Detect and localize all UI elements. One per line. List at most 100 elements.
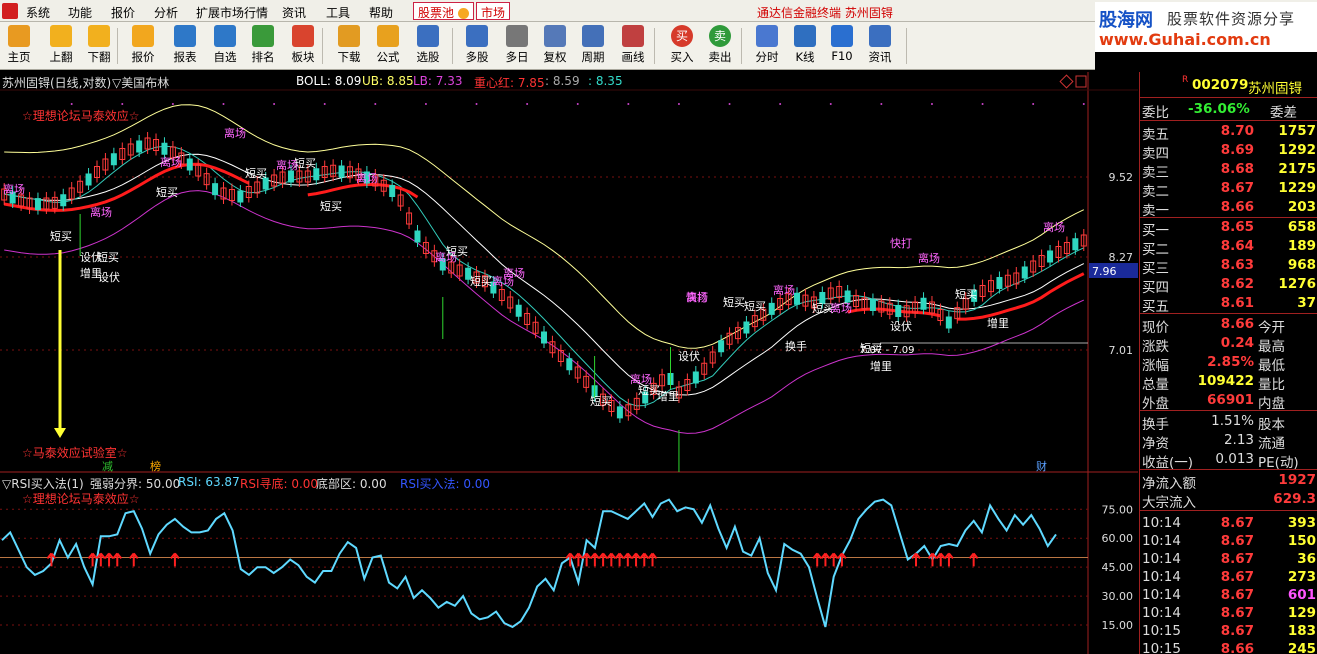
signal-dot: [779, 103, 782, 105]
rsi-buy-arrow-icon: [968, 552, 979, 567]
menu-function[interactable]: 功能: [68, 4, 92, 21]
stat-value: 66901: [1207, 392, 1254, 408]
bid-price: 8.61: [1220, 295, 1254, 311]
toolbar-news-button[interactable]: 资讯: [861, 24, 899, 68]
candle-body: [616, 406, 623, 419]
rsi-buy-arrow-icon: [46, 552, 57, 567]
toolbar-multi-day-button[interactable]: 多日: [498, 24, 536, 68]
blocks-icon: [292, 25, 314, 47]
draw-line-icon: [622, 25, 644, 47]
candle-body: [313, 168, 320, 181]
bid-price: 8.62: [1220, 276, 1254, 292]
toolbar-button-label: 分时: [755, 50, 779, 64]
report-icon: [174, 25, 196, 47]
stat-label: 外盘: [1142, 396, 1169, 412]
kline-annotation: 离场: [90, 205, 112, 219]
toolbar-home-button[interactable]: 主页: [0, 24, 38, 68]
kline-annotation: 短买: [97, 250, 119, 264]
toolbar-yen-button[interactable]: 报价: [124, 24, 162, 68]
ask-label: 卖二: [1142, 184, 1169, 200]
ask-label: 卖一: [1142, 203, 1169, 219]
toolbar-report-button[interactable]: 报表: [166, 24, 204, 68]
stat-label-2: 内盘: [1258, 396, 1285, 412]
chart-canvas[interactable]: 9.528.277.017.96☆理想论坛马泰效应☆☆马泰效应试验室☆7.07 …: [0, 72, 1138, 654]
toolbar-button-label: 自选: [213, 50, 237, 64]
toolbar-separator: [741, 28, 742, 64]
ask-row: 卖五 8.70 1757: [1140, 122, 1317, 143]
toolbar-button-label: 多股: [465, 50, 489, 64]
tick-row: 10:14 8.67 273: [1140, 568, 1317, 587]
menu-help[interactable]: 帮助: [369, 4, 393, 21]
tick-time: 10:14: [1142, 587, 1181, 603]
toolbar-kline-button[interactable]: K线: [786, 24, 824, 68]
rsi-buy-arrow-icon: [944, 552, 954, 567]
kline-annotation: 增里: [870, 359, 892, 373]
toolbar-blocks-button[interactable]: 板块: [284, 24, 322, 68]
toolbar-f6-button[interactable]: 自选: [206, 24, 244, 68]
toolbar-separator: [452, 28, 453, 64]
rsi-title[interactable]: ▽RSI买入法(1): [2, 475, 84, 492]
toolbar-arrow-up-button[interactable]: 上翻: [42, 24, 80, 68]
toolbar-restore-button[interactable]: 复权: [536, 24, 574, 68]
toolbar: 主页 上翻 下翻 报价 报表 自选 排名 板块 下载 公式 选股多股 多日 复权 周期 画线 买买入卖卖出分时…: [0, 22, 1095, 70]
maximize-icon[interactable]: [1075, 75, 1087, 88]
kline-annotation: 离场: [356, 171, 378, 185]
toolbar-download-button[interactable]: 下载: [330, 24, 368, 68]
toolbar-sell-button[interactable]: 卖卖出: [701, 24, 739, 68]
rsi-buy-arrow-icon: [606, 552, 617, 567]
bid-price: 8.65: [1220, 219, 1254, 235]
signal-dot: [576, 103, 579, 105]
signal-dot: [374, 103, 377, 105]
rsi-value: RSI: 63.87: [178, 475, 240, 489]
flow-label: 大宗流入: [1142, 495, 1196, 511]
kline-icon: [794, 25, 816, 47]
current-price-value: 7.96: [1092, 265, 1117, 278]
stat-label: 涨跌: [1142, 339, 1169, 355]
rsi-tick-label: 75.00: [1102, 503, 1134, 516]
expand-icon[interactable]: [1059, 74, 1074, 89]
rsi-tick-label: 30.00: [1102, 590, 1134, 603]
tick-price: 8.67: [1220, 623, 1254, 639]
kline-annotation: 快打: [890, 236, 912, 250]
toolbar-formula-button[interactable]: 公式: [369, 24, 407, 68]
bottom-zone-value: 底部区: 0.00: [316, 477, 387, 491]
toolbar-multi-stock-button[interactable]: 多股: [458, 24, 496, 68]
toolbar-buy-button[interactable]: 买买入: [663, 24, 701, 68]
candle-body: [161, 142, 168, 155]
flow-label: 净流入额: [1142, 476, 1196, 492]
menu-extended-market[interactable]: 扩展市场行情: [196, 4, 268, 21]
ranking-icon: [252, 25, 274, 47]
tick-volume: 273: [1287, 569, 1316, 585]
market-tab[interactable]: 市场: [476, 2, 511, 20]
panel-divider: [1140, 410, 1317, 411]
stat2-value: 0.013: [1215, 451, 1254, 467]
tick-row: 10:15 8.67 183: [1140, 622, 1317, 641]
toolbar-arrow-down-button[interactable]: 下翻: [80, 24, 118, 68]
toolbar-intraday-button[interactable]: 分时: [748, 24, 786, 68]
menu-tools[interactable]: 工具: [326, 4, 350, 21]
stock-pool-button[interactable]: 股票池: [413, 2, 474, 20]
menu-quote[interactable]: 报价: [111, 4, 135, 21]
toolbar-separator: [117, 28, 118, 64]
menu-system[interactable]: 系统: [26, 4, 50, 21]
stat-label: 涨幅: [1142, 358, 1169, 374]
flow-value: 1927: [1278, 472, 1316, 488]
candle-body: [566, 358, 573, 371]
rsi-buy-arrow-icon: [911, 552, 921, 567]
toolbar-ranking-button[interactable]: 排名: [244, 24, 282, 68]
toolbar-draw-line-button[interactable]: 画线: [614, 24, 652, 68]
menu-analysis[interactable]: 分析: [154, 4, 178, 21]
rsi-line: [1, 498, 1057, 629]
candle-body: [186, 158, 193, 171]
toolbar-button-label: 画线: [621, 50, 645, 64]
ask-label: 卖四: [1142, 146, 1169, 162]
signal-dot: [526, 103, 529, 105]
rsi-buy-arrow-icon: [927, 552, 938, 567]
kline-annotation: 设伏: [678, 349, 700, 363]
toolbar-f10-button[interactable]: F10: [823, 24, 861, 68]
toolbar-f8-button[interactable]: 周期: [574, 24, 612, 68]
menu-news[interactable]: 资讯: [282, 4, 306, 21]
stat-label-2: 量比: [1258, 377, 1285, 393]
rsi-buy-arrow-icon: [647, 552, 658, 567]
toolbar-stock-select-button[interactable]: 选股: [409, 24, 447, 68]
